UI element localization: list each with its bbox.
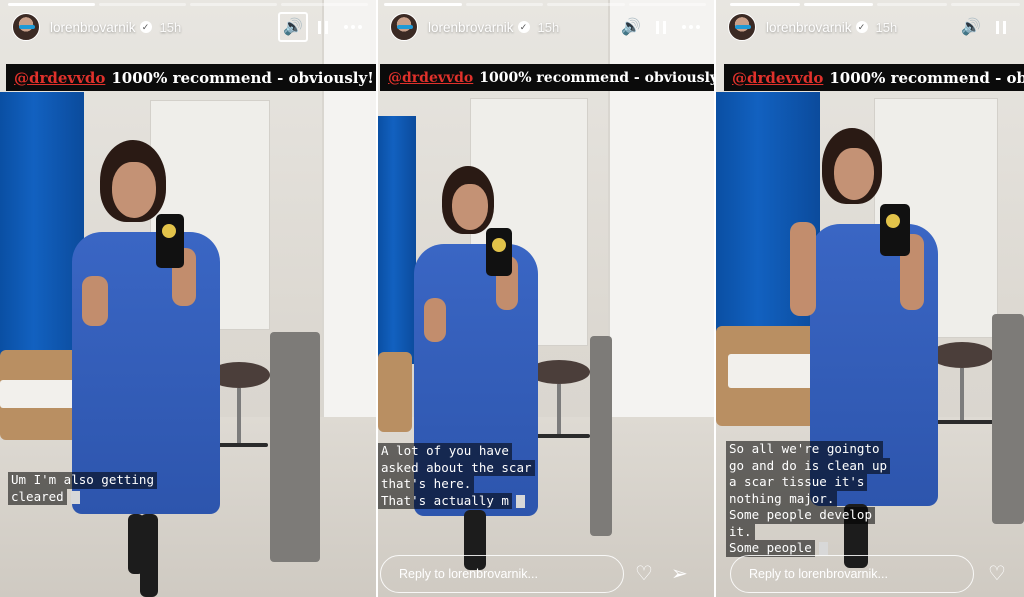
pause-button[interactable] [646,12,676,42]
story-header: lorenbrovarnik ✓ 15h 🔊 [390,10,706,44]
pause-button[interactable] [986,12,1016,42]
caption-line: asked about the scar [378,459,535,476]
mention-link[interactable]: @drdevvdo [14,69,105,87]
cabinet [270,332,320,562]
send-icon[interactable]: ➢ [671,561,688,586]
story-progress [384,3,706,6]
timestamp: 15h [875,19,898,35]
volume-icon[interactable]: 🔊 [278,12,308,42]
heart-icon[interactable]: ♡ [635,561,653,586]
reply-input[interactable]: Reply to lorenbrovarnik... [380,555,624,593]
username[interactable]: lorenbrovarnik [50,20,136,35]
reply-placeholder: Reply to lorenbrovarnik... [749,567,888,581]
stool [930,342,994,368]
pause-button[interactable] [308,12,338,42]
banner-text: 1000% recommend - obviously! [111,68,374,87]
person [112,162,156,218]
phone [486,228,512,276]
verified-badge-icon: ✓ [139,21,152,33]
banner-text: 1000% recommend - obviously! [479,69,714,86]
caption: So all we're goingto go and do is clean … [726,441,891,557]
story-progress [8,3,368,6]
blue-curtain [378,116,416,364]
person [452,184,488,230]
person [834,148,874,200]
avatar[interactable] [390,13,418,41]
story-panel-2[interactable]: lorenbrovarnik ✓ 15h 🔊 @drdevvdo 1000% r… [378,0,714,597]
sticker-banner: @drdevvdo 1000% recommend - obviously! [724,64,1024,91]
reply-placeholder: Reply to lorenbrovarnik... [399,567,538,581]
username[interactable]: lorenbrovarnik [428,20,514,35]
caption-line: A lot of you have [378,443,512,460]
more-icon [344,25,362,29]
caption-line: a scar tissue it's [726,474,868,491]
username[interactable]: lorenbrovarnik [766,20,852,35]
caption-line: That's actually m [378,492,512,509]
caption-line: Some people develop [726,507,875,524]
story-panel-1[interactable]: lorenbrovarnik ✓ 15h 🔊 @drdevvdo 1000% r… [0,0,376,597]
more-button[interactable] [338,12,368,42]
volume-icon[interactable]: 🔊 [956,12,986,42]
caption-line: go and do is clean up [726,457,891,474]
heart-icon[interactable]: ♡ [988,561,1006,586]
caption-line: So all we're goingto [726,441,883,458]
caption-line: that's here. [378,476,475,493]
caption-line: Um I'm also getting [8,472,157,489]
timestamp: 15h [537,19,560,35]
cabinet [590,336,612,536]
caption: Um I'm also getting cleared [8,472,157,505]
pause-icon [996,20,1006,34]
story-panel-3[interactable]: lorenbrovarnik ✓ 15h 🔊 @drdevvdo 1000% r… [716,0,1024,597]
cabinet [992,314,1024,524]
volume-icon[interactable]: 🔊 [616,12,646,42]
caption-line: it. [726,523,755,540]
phone [880,204,910,256]
caption-line: cleared [8,488,67,505]
verified-badge-icon: ✓ [855,21,868,33]
caption-line: nothing major. [726,490,838,507]
mention-link[interactable]: @drdevvdo [388,70,473,86]
more-button[interactable] [676,12,706,42]
story-header: lorenbrovarnik ✓ 15h 🔊 [728,10,1016,44]
mention-link[interactable]: @drdevvdo [732,69,823,87]
story-progress [730,3,1020,6]
timestamp: 15h [159,19,182,35]
sticker-banner: @drdevvdo 1000% recommend - obviously! [6,64,376,91]
more-icon [682,25,700,29]
pause-icon [656,20,666,34]
story-header: lorenbrovarnik ✓ 15h 🔊 [12,10,368,44]
reply-input[interactable]: Reply to lorenbrovarnik... [730,555,974,593]
caption: A lot of you have asked about the scar t… [378,443,535,509]
verified-badge-icon: ✓ [517,21,530,33]
exam-bed [378,352,412,432]
sticker-banner: @drdevvdo 1000% recommend - obviously! [380,64,714,91]
pause-icon [318,20,328,34]
avatar[interactable] [728,13,756,41]
banner-text: 1000% recommend - obviously! [829,68,1024,87]
phone [156,214,184,268]
avatar[interactable] [12,13,40,41]
